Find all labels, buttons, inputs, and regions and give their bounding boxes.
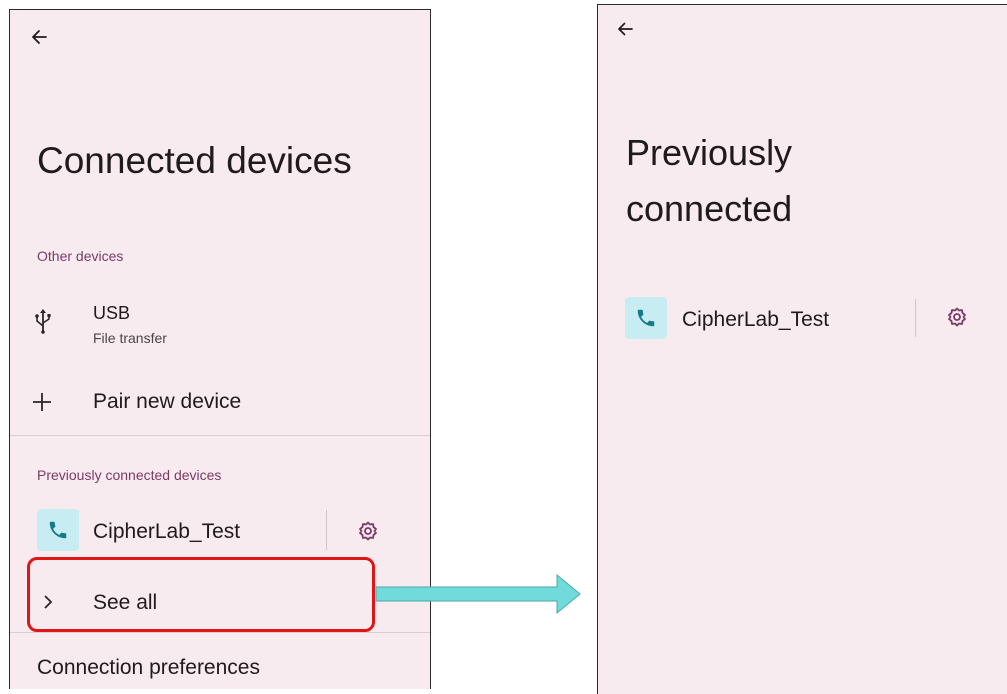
device-row-cipherlab[interactable]: CipherLab_Test bbox=[10, 504, 328, 558]
device-row-cipherlab[interactable]: CipherLab_Test bbox=[598, 293, 914, 343]
usb-icon bbox=[35, 309, 51, 334]
gear-icon[interactable] bbox=[947, 307, 967, 327]
device-name: CipherLab_Test bbox=[682, 308, 830, 331]
pair-new-device-label: Pair new device bbox=[93, 390, 242, 413]
page-title-line1: Previously bbox=[626, 132, 793, 173]
back-arrow-icon[interactable] bbox=[617, 21, 633, 37]
highlight-box bbox=[27, 557, 375, 632]
divider bbox=[10, 435, 430, 436]
vertical-separator bbox=[326, 510, 327, 550]
plus-icon bbox=[33, 393, 51, 411]
vertical-separator bbox=[915, 299, 916, 337]
section-header-previously-connected: Previously connected devices bbox=[37, 467, 222, 483]
usb-subtitle: File transfer bbox=[93, 330, 167, 346]
divider bbox=[10, 632, 430, 633]
phone-icon bbox=[49, 521, 67, 539]
previously-connected-screen: Previously connected CipherLab_Test bbox=[597, 4, 1007, 694]
connection-preferences-label: Connection preferences bbox=[37, 656, 260, 679]
device-badge bbox=[625, 297, 667, 339]
page-title: Connected devices bbox=[37, 140, 352, 181]
connection-preferences-row[interactable]: Connection preferences bbox=[10, 646, 430, 689]
device-name: CipherLab_Test bbox=[93, 520, 241, 543]
phone-icon bbox=[637, 309, 655, 327]
page-title-line2: connected bbox=[626, 188, 793, 229]
back-arrow-icon[interactable] bbox=[30, 28, 48, 46]
device-badge bbox=[37, 509, 79, 551]
pair-new-device-row[interactable]: Pair new device bbox=[10, 376, 430, 428]
page-title: Previously connected bbox=[626, 125, 792, 237]
gear-icon[interactable] bbox=[358, 521, 378, 541]
usb-row[interactable]: USB File transfer bbox=[10, 290, 430, 360]
usb-title: USB bbox=[93, 303, 131, 323]
section-header-other-devices: Other devices bbox=[37, 248, 124, 264]
